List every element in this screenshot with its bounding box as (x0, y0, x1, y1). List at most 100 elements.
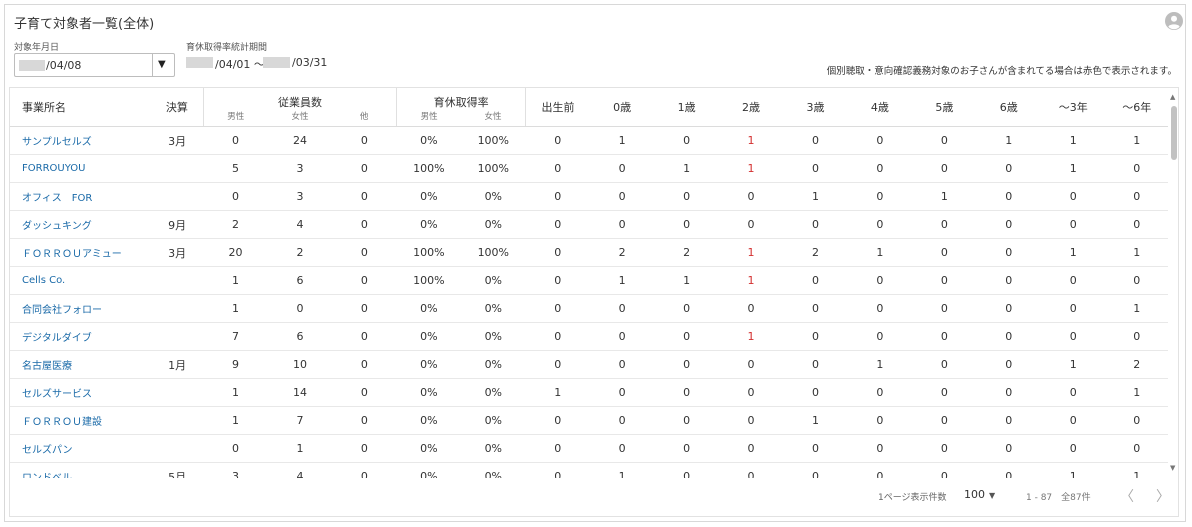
scroll-down-icon[interactable]: ▼ (1170, 464, 1175, 472)
vertical-scrollbar[interactable]: ▲ ▼ (1170, 88, 1178, 478)
table-scroll-area[interactable]: 事業所名 決算 従業員数 育休取得率 出生前 0歳 1歳 2歳 3歳 4歳 5歳… (10, 88, 1170, 478)
col-age-3[interactable]: 2歳 (718, 88, 784, 127)
scroll-thumb[interactable] (1171, 106, 1177, 160)
age-count-cell: 0 (654, 434, 719, 463)
employee-other-cell: 0 (332, 406, 397, 435)
employee-male-cell: 20 (203, 238, 268, 267)
account-circle-icon[interactable] (1165, 12, 1183, 30)
table-row[interactable]: ダッシュキング 9月 2 4 0 0% 0% 0 0 0 0 0 0 0 0 0 0 (10, 210, 1168, 239)
age-count-cell: 0 (912, 154, 977, 183)
office-name-link[interactable]: ＦＯＲＲＯＵアミュー (10, 238, 151, 267)
caret-down-icon: ▼ (989, 491, 996, 500)
age-count-cell: 0 (976, 210, 1042, 239)
age-count-cell: 0 (783, 378, 848, 407)
age-count-cell: 0 (525, 182, 590, 211)
table-row[interactable]: ＦＯＲＲＯＵアミュー 3月 20 2 0 100% 100% 0 2 2 1 2 1 0 0 1 1 (10, 238, 1168, 267)
leave-rate-female-cell: 0% (461, 322, 526, 351)
col-age-5[interactable]: 4歳 (847, 88, 913, 127)
table-row[interactable]: デジタルダイブ 7 6 0 0% 0% 0 0 0 1 0 0 0 0 0 0 (10, 322, 1168, 351)
col-settlement[interactable]: 決算 (150, 88, 204, 127)
col-age-7[interactable]: 6歳 (976, 88, 1042, 127)
age-count-cell: 0 (654, 294, 719, 323)
leave-rate-male-cell: 0% (396, 322, 462, 351)
col-age-2[interactable]: 1歳 (654, 88, 719, 127)
employee-other-cell: 0 (332, 294, 397, 323)
age-count-cell: 0 (718, 294, 784, 323)
table-row[interactable]: 名古屋医療 1月 9 10 0 0% 0% 0 0 0 0 0 1 0 0 1 2 (10, 350, 1168, 379)
employee-other-cell: 0 (332, 434, 397, 463)
rows-per-page-value: 100 (964, 488, 985, 501)
employee-male-cell: 2 (203, 210, 268, 239)
age-count-cell: 0 (847, 126, 913, 155)
age-count-cell: 0 (783, 294, 848, 323)
employee-other-cell: 0 (332, 266, 397, 295)
age-count-cell: 0 (1041, 322, 1106, 351)
office-name-link[interactable]: 名古屋医療 (10, 350, 151, 379)
table-row[interactable]: ロンドベル5月3400%0%0100000011 (10, 462, 1168, 478)
rows-per-page-select[interactable]: 100 ▼ (964, 488, 995, 501)
col-age-8[interactable]: 〜3年 (1041, 88, 1106, 127)
age-count-cell: 0 (783, 434, 848, 463)
col-rate-male[interactable]: 男性 (396, 110, 462, 127)
col-age-1[interactable]: 0歳 (589, 88, 655, 127)
employee-other-cell: 0 (332, 378, 397, 407)
table-row[interactable]: 合同会社フォロー 1 0 0 0% 0% 0 0 0 0 0 0 0 0 0 1 (10, 294, 1168, 323)
age-count-cell: 0 (912, 210, 977, 239)
office-name-link[interactable]: ダッシュキング (10, 210, 151, 239)
table-row[interactable]: サンプルセルズ 3月 0 24 0 0% 100% 0 1 0 1 0 0 0 1 1 1 (10, 126, 1168, 155)
col-emp-male[interactable]: 男性 (202, 110, 268, 127)
office-name-link[interactable]: セルズパン (10, 434, 151, 463)
age-count-cell: 0 (1105, 322, 1168, 351)
office-name-link[interactable]: ロンドベル (10, 462, 151, 478)
triangle-down-icon[interactable]: ▼ (158, 59, 166, 70)
office-name-link[interactable]: ＦＯＲＲＯＵ建設 (10, 406, 151, 435)
select-divider (152, 54, 153, 76)
leave-rate-female-cell: 0% (461, 266, 526, 295)
age-count-cell: 2 (654, 238, 719, 267)
col-age-9[interactable]: 〜6年 (1105, 88, 1168, 127)
col-emp-other[interactable]: 他 (332, 110, 397, 127)
table-row[interactable]: ＦＯＲＲＯＵ建設 1 7 0 0% 0% 0 0 0 0 1 0 0 0 0 0 (10, 406, 1168, 435)
scroll-up-icon[interactable]: ▲ (1170, 93, 1175, 101)
employee-male-cell: 3 (203, 462, 268, 478)
chevron-left-icon[interactable]: 〈 (1120, 486, 1134, 506)
age-count-cell: 0 (783, 210, 848, 239)
office-name-link[interactable]: 合同会社フォロー (10, 294, 151, 323)
employee-female-cell: 3 (267, 154, 333, 183)
col-rate-female[interactable]: 女性 (461, 110, 526, 127)
employee-female-cell: 10 (267, 350, 333, 379)
period-from: /04/01 〜 (215, 58, 265, 71)
age-count-cell: 0 (1041, 294, 1106, 323)
col-age-0[interactable]: 出生前 (525, 88, 590, 127)
office-name-link[interactable]: デジタルダイブ (10, 322, 151, 351)
age-count-cell: 0 (847, 434, 913, 463)
chevron-right-icon[interactable]: 〉 (1156, 486, 1170, 506)
col-office[interactable]: 事業所名 (10, 88, 151, 127)
office-name-link[interactable]: オフィス FOR (10, 182, 151, 211)
settlement-cell (150, 266, 204, 295)
leave-rate-male-cell: 0% (396, 210, 462, 239)
col-emp-female[interactable]: 女性 (267, 110, 333, 127)
table-row[interactable]: オフィス FOR 0 3 0 0% 0% 0 0 0 0 1 0 1 0 0 0 (10, 182, 1168, 211)
age-count-cell: 0 (847, 294, 913, 323)
leave-rate-female-cell: 0% (461, 350, 526, 379)
age-count-cell: 0 (847, 406, 913, 435)
office-name-link[interactable]: セルズサービス (10, 378, 151, 407)
age-count-cell: 0 (976, 182, 1042, 211)
col-age-4[interactable]: 3歳 (783, 88, 848, 127)
office-name-link[interactable]: FORROUYOU (10, 154, 151, 183)
table-row[interactable]: Cells Co. 1 6 0 100% 0% 0 1 1 1 0 0 0 0 0 0 (10, 266, 1168, 295)
age-count-cell: 0 (976, 294, 1042, 323)
office-name-link[interactable]: Cells Co. (10, 266, 151, 295)
col-age-6[interactable]: 5歳 (912, 88, 977, 127)
employee-female-cell: 6 (267, 322, 333, 351)
employee-male-cell: 1 (203, 378, 268, 407)
office-name-link[interactable]: サンプルセルズ (10, 126, 151, 155)
age-count-cell: 0 (525, 210, 590, 239)
age-count-cell: 0 (589, 294, 655, 323)
table-row[interactable]: FORROUYOU 5 3 0 100% 100% 0 0 1 1 0 0 0 0 1 0 (10, 154, 1168, 183)
target-date-select[interactable]: /04/08 ▼ (14, 53, 175, 77)
table-row[interactable]: セルズサービス 1 14 0 0% 0% 1 0 0 0 0 0 0 0 0 1 (10, 378, 1168, 407)
table-row[interactable]: セルズパン 0 1 0 0% 0% 0 0 0 0 0 0 0 0 0 0 (10, 434, 1168, 463)
age-count-cell: 0 (1041, 210, 1106, 239)
